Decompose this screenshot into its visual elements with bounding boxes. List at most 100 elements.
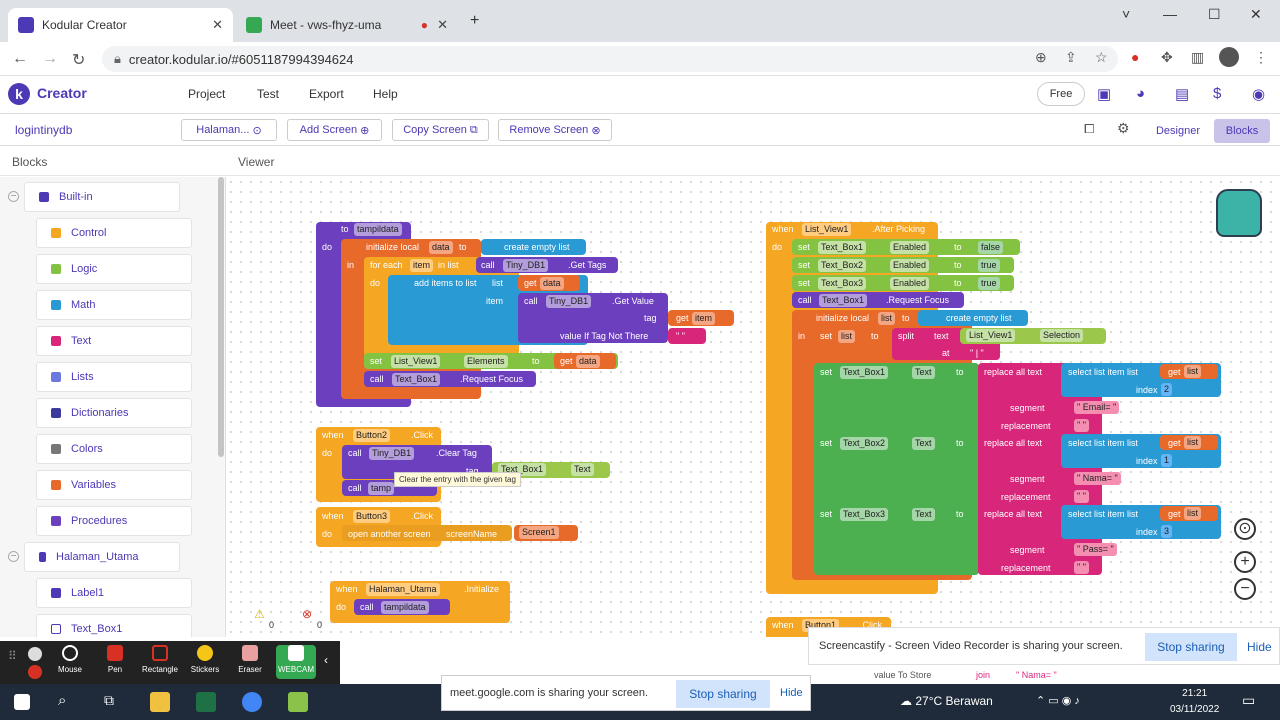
builtin-category[interactable]: Built-in [24,182,180,212]
sidebar-item-colors[interactable]: Colors [36,434,192,464]
component-select[interactable]: Button2 [353,429,391,442]
component-select[interactable]: Button3 [353,510,391,523]
segment-value[interactable]: " Pass= " [1074,543,1117,556]
bool-value[interactable]: true [978,259,1000,272]
collapse-icon[interactable]: − [8,551,19,562]
component-select[interactable]: List_View1 [966,329,1016,342]
side-panel-icon[interactable]: ▥ [1191,49,1204,66]
property-select[interactable]: Text [912,366,935,379]
weather-widget[interactable]: ☁ 27°C Berawan [900,694,993,708]
component-select[interactable]: Text_Box2 [840,437,889,450]
app-name[interactable]: Creator [37,85,87,101]
property-select[interactable]: Enabled [890,241,930,254]
foreach-var[interactable]: item [410,259,434,272]
sidebar-item-math[interactable]: Math [36,290,192,320]
replacement-value[interactable]: " " [1074,490,1089,503]
screenshot-icon[interactable]: ⧠ [1084,121,1094,137]
drag-handle-icon[interactable]: ⠿ [8,649,17,663]
property-select[interactable]: Text [571,463,594,476]
designer-tab[interactable]: Designer [1146,119,1210,143]
index-value[interactable]: 3 [1161,525,1173,538]
notification-icon[interactable]: ▭ [1242,692,1255,709]
segment-value[interactable]: " Nama= " [1074,472,1121,485]
hide-cast-button[interactable]: Hide [1247,640,1272,654]
property-select[interactable]: Selection [1040,329,1084,342]
replacement-value[interactable]: " " [1074,561,1089,574]
get-data-var[interactable]: data [576,355,600,368]
forward-icon[interactable]: → [42,50,58,68]
url-field[interactable]: 🔒︎ creator.kodular.io/#6051187994394624 [102,46,1118,72]
tab-kodular[interactable]: Kodular Creator ✕ [8,8,233,42]
component-select[interactable]: Text_Box3 [818,277,867,290]
webcam-tool[interactable]: WEBCAM [276,645,316,679]
avatar[interactable] [1219,47,1239,67]
clock[interactable]: 21:21 03/11/2022 [1170,686,1219,718]
component-label1[interactable]: Label1 [36,578,192,608]
component-select[interactable]: Halaman_Utama [366,583,440,596]
component-select[interactable]: Text_Box1 [392,373,441,386]
error-icon[interactable]: ⊗ [302,607,312,621]
init-var[interactable]: data [429,241,453,254]
zoom-out-icon[interactable]: − [1234,578,1256,600]
index-value[interactable]: 2 [1161,383,1173,396]
screen-value[interactable]: Screen1 [519,526,559,539]
new-tab-button[interactable]: + [470,12,479,30]
rectangle-tool[interactable]: Rectangle [140,645,180,674]
menu-dots-icon[interactable]: ⋮ [1254,49,1268,66]
sidebar-item-logic[interactable]: Logic [36,254,192,284]
blocks-tab[interactable]: Blocks [1214,119,1270,143]
property-select[interactable]: Enabled [890,277,930,290]
sidebar-item-text[interactable]: Text [36,326,192,356]
file-explorer-icon[interactable] [150,692,170,712]
tab-meet[interactable]: Meet - vws-fhyz-uma ● ✕ [236,8,458,42]
get-item-var[interactable]: item [692,312,716,325]
empty-string-block[interactable] [668,328,706,344]
excel-icon[interactable] [196,692,216,712]
collapse-icon[interactable]: − [8,191,19,202]
add-screen-button[interactable]: Add Screen ⊕ [287,119,382,141]
blocks-workspace[interactable]: to tampildata do initialize local data t… [226,177,1280,637]
property-select[interactable]: Text [912,437,935,450]
zoom-in-icon[interactable]: + [1234,551,1256,573]
component-select[interactable]: Text_Box3 [840,508,889,521]
close-icon[interactable]: ✕ [437,17,448,33]
component-select[interactable]: List_View1 [391,355,441,368]
db-select[interactable]: Tiny_DB1 [503,259,549,272]
property-select[interactable]: Enabled [890,259,930,272]
stop-meet-button[interactable]: Stop sharing [676,680,770,708]
zoom-icon[interactable]: ⊕ [1035,49,1047,66]
sidebar-item-procedures[interactable]: Procedures [36,506,192,536]
menu-help[interactable]: Help [373,87,398,101]
set-text-group[interactable] [814,363,979,575]
sidebar-item-dictionaries[interactable]: Dictionaries [36,398,192,428]
get-var[interactable]: list [1184,436,1201,449]
index-value[interactable]: 1 [1161,454,1173,467]
set-var[interactable]: list [838,330,855,343]
account-icon[interactable]: ◉ [1252,85,1265,103]
remove-screen-button[interactable]: Remove Screen ⊗ [498,119,612,141]
get-var[interactable]: list [1184,365,1201,378]
db-select[interactable]: Tiny_DB1 [546,295,592,308]
gear-icon[interactable]: ⚙ [1117,120,1130,137]
sidebar-item-variables[interactable]: Variables [36,470,192,500]
replacement-value[interactable]: " " [1074,419,1089,432]
component-select[interactable]: List_View1 [802,223,852,236]
menu-project[interactable]: Project [188,87,225,101]
screen-select[interactable]: Halaman... ⊙ [181,119,277,141]
back-icon[interactable]: ← [12,50,28,68]
minimize-button[interactable]: — [1163,6,1177,22]
db-select[interactable]: Tiny_DB1 [369,447,415,460]
tray-icons[interactable]: ⌃ ▭ ◉ ♪ [1036,694,1080,707]
hide-meet-button[interactable]: Hide [780,687,803,699]
collapse-toolbar-icon[interactable]: ‹ [324,653,328,667]
get-var[interactable]: list [1184,507,1201,520]
segment-value[interactable]: " Email= " [1074,401,1120,414]
component-select[interactable]: Text_Box2 [818,259,867,272]
docs-icon[interactable]: ▤ [1175,85,1189,103]
close-icon[interactable]: ✕ [212,17,223,33]
extensions-icon[interactable]: ✥ [1161,49,1173,66]
proc-select[interactable]: tamp [368,482,395,495]
sidebar-item-lists[interactable]: Lists [36,362,192,392]
copy-screen-button[interactable]: Copy Screen ⧉ [392,119,489,141]
backpack-icon[interactable] [1216,189,1262,237]
